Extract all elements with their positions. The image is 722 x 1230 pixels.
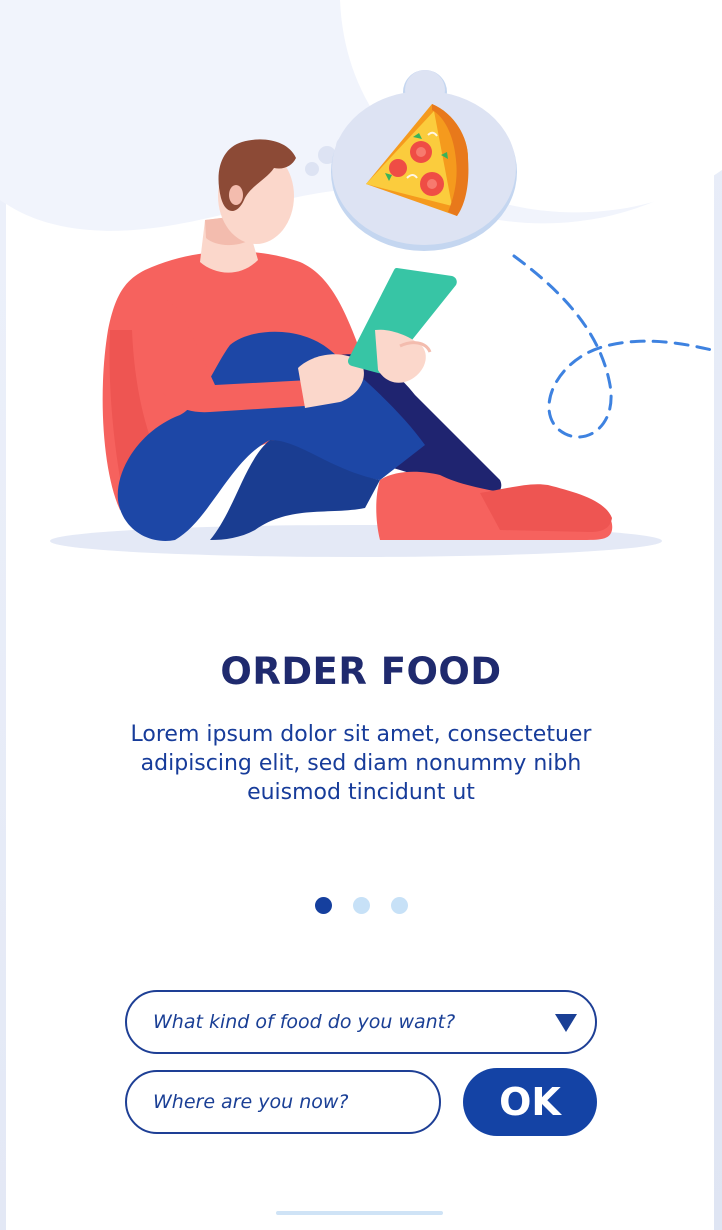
location-placeholder: Where are you now? <box>153 1091 349 1113</box>
food-type-select[interactable]: What kind of food do you want? <box>125 990 597 1054</box>
page-description: Lorem ipsum dolor sit amet, consectetuer… <box>130 722 592 805</box>
home-indicator[interactable] <box>276 1211 443 1215</box>
pagination-dot-2[interactable] <box>352 897 370 914</box>
dashed-path <box>512 254 714 439</box>
onboarding-screen: ORDER FOOD Lorem ipsum dolor sit amet, c… <box>0 0 722 1230</box>
page-title: ORDER FOOD <box>220 650 502 693</box>
triangle-down-icon[interactable] <box>555 1014 577 1032</box>
pagination-dot-3[interactable] <box>390 897 408 914</box>
food-type-placeholder: What kind of food do you want? <box>153 1011 456 1033</box>
pagination-dots <box>0 897 722 914</box>
ok-button[interactable]: OK <box>463 1068 597 1136</box>
location-input[interactable]: Where are you now? <box>125 1070 441 1134</box>
hero-illustration <box>0 0 722 557</box>
pagination-dot-1[interactable] <box>314 897 332 914</box>
